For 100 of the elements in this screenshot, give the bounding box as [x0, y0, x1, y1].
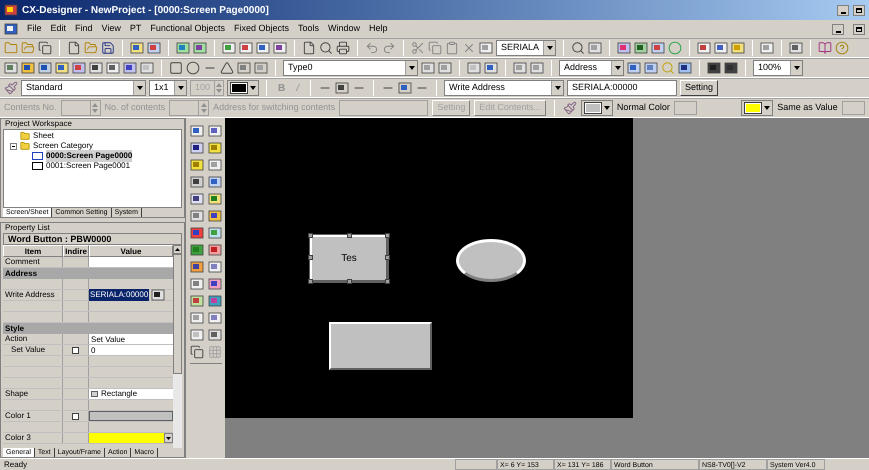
menu-item[interactable]: Fixed Objects	[234, 22, 289, 36]
menu-item[interactable]: Edit	[50, 22, 66, 36]
object-tool-icon[interactable]	[190, 243, 204, 257]
tool-icon[interactable]	[421, 61, 435, 75]
normal-color-combo[interactable]	[674, 101, 698, 115]
tool-icon[interactable]	[140, 61, 154, 75]
normal-color-picker[interactable]	[580, 100, 613, 116]
tool-icon[interactable]	[222, 41, 236, 55]
object-tool-icon[interactable]	[208, 294, 222, 308]
tool-icon[interactable]	[239, 41, 253, 55]
object-tool-icon[interactable]	[208, 243, 222, 257]
tool-icon[interactable]	[21, 61, 35, 75]
tool-icon[interactable]	[731, 41, 745, 55]
brush-icon[interactable]	[4, 81, 18, 95]
menu-item[interactable]: PT	[130, 22, 142, 36]
object-tool-icon[interactable]	[208, 311, 222, 325]
scrollbar[interactable]	[173, 245, 182, 448]
object-tool-icon[interactable]	[208, 226, 222, 240]
copy-icon[interactable]	[38, 41, 52, 55]
object-tool-icon[interactable]	[190, 141, 204, 155]
tool-icon[interactable]	[634, 41, 648, 55]
save-icon[interactable]	[101, 41, 115, 55]
tool-icon[interactable]	[89, 61, 103, 75]
restore-button[interactable]	[853, 4, 865, 16]
object-tool-icon[interactable]	[190, 158, 204, 172]
tool-icon[interactable]	[4, 61, 18, 75]
object-tool-icon[interactable]	[190, 226, 204, 240]
object-tool-icon[interactable]	[190, 260, 204, 274]
align-center-icon[interactable]	[335, 81, 350, 95]
align-middle-icon[interactable]	[398, 81, 412, 95]
tool-icon[interactable]	[714, 41, 728, 55]
tool-icon[interactable]	[438, 61, 452, 75]
address-field[interactable]: SERIALA:00000	[567, 80, 678, 96]
setting-button[interactable]: Setting	[680, 80, 718, 96]
delete-icon[interactable]	[462, 41, 476, 55]
menu-item[interactable]: View	[102, 22, 121, 36]
browse-icon[interactable]	[151, 288, 166, 302]
value-field[interactable]: 0	[89, 345, 173, 355]
object-tool-icon[interactable]	[190, 175, 204, 189]
word-button[interactable]: Tes	[310, 235, 388, 282]
tool-icon[interactable]	[513, 61, 527, 75]
scale-combo[interactable]: 1x1	[149, 80, 187, 96]
print-preview-icon[interactable]	[319, 41, 333, 55]
tool-icon[interactable]	[484, 61, 498, 75]
document-icon[interactable]	[4, 22, 18, 36]
new-file-icon[interactable]	[67, 41, 81, 55]
value-field[interactable]: SERIALA:00000	[89, 289, 150, 301]
printer-icon[interactable]	[336, 41, 350, 55]
color-field[interactable]	[89, 411, 173, 421]
object-tool-icon[interactable]	[208, 124, 222, 138]
object-tool-icon[interactable]	[190, 294, 204, 308]
restore-button[interactable]	[853, 24, 865, 34]
collapse-toggle[interactable]	[10, 142, 17, 150]
checkbox[interactable]	[72, 346, 79, 354]
tool-icon[interactable]	[724, 61, 738, 75]
value-field[interactable]	[89, 257, 173, 267]
value-color-combo[interactable]	[842, 101, 866, 115]
menu-item[interactable]: Window	[328, 22, 360, 36]
page-icon[interactable]	[302, 41, 316, 55]
sector-tool-icon[interactable]	[237, 61, 251, 75]
object-tool-icon[interactable]	[190, 277, 204, 291]
tree-item[interactable]: Sheet	[33, 130, 54, 142]
switch-address-field[interactable]	[339, 100, 428, 116]
tool-icon[interactable]	[707, 61, 721, 75]
tree-item[interactable]: 0000:Screen Page0000	[46, 150, 132, 162]
object-tool-icon[interactable]	[190, 311, 204, 325]
value-color-picker[interactable]	[741, 100, 774, 116]
dropdown-button[interactable]	[164, 433, 173, 443]
object-tool-icon[interactable]	[208, 328, 222, 342]
object-tool-icon[interactable]	[208, 260, 222, 274]
object-tool-icon[interactable]	[208, 158, 222, 172]
object-tool-icon[interactable]	[208, 277, 222, 291]
tree-item[interactable]: 0001:Screen Page0001	[46, 160, 130, 172]
word-button[interactable]	[329, 322, 432, 370]
tool-icon[interactable]	[588, 41, 602, 55]
object-tool-icon[interactable]	[190, 124, 204, 138]
tool-icon[interactable]	[789, 41, 803, 55]
tool-icon[interactable]	[55, 61, 69, 75]
app-icon[interactable]	[4, 3, 18, 17]
tool-icon[interactable]	[38, 61, 52, 75]
port-combo[interactable]: SERIALA	[496, 40, 556, 56]
paste-icon[interactable]	[445, 41, 459, 55]
font-combo[interactable]: Standard	[21, 80, 146, 96]
tool-icon[interactable]	[123, 61, 137, 75]
polygon-tool-icon[interactable]	[220, 61, 234, 75]
contents-no-field[interactable]	[60, 100, 101, 116]
minimize-button[interactable]	[832, 24, 844, 34]
type-combo[interactable]: Type0	[283, 60, 418, 76]
menu-item[interactable]: Help	[369, 22, 388, 36]
object-tool-icon[interactable]	[208, 175, 222, 189]
tool-icon[interactable]	[273, 41, 287, 55]
book-icon[interactable]	[818, 41, 832, 55]
menu-item[interactable]: Find	[75, 22, 93, 36]
object-tool-icon[interactable]	[208, 141, 222, 155]
object-tool-icon[interactable]	[190, 209, 204, 223]
tool-icon[interactable]	[256, 41, 270, 55]
redo-icon[interactable]	[382, 41, 396, 55]
binoculars-icon[interactable]	[571, 41, 585, 55]
tool-icon[interactable]	[760, 41, 774, 55]
tree-item[interactable]: Screen Category	[33, 140, 94, 152]
